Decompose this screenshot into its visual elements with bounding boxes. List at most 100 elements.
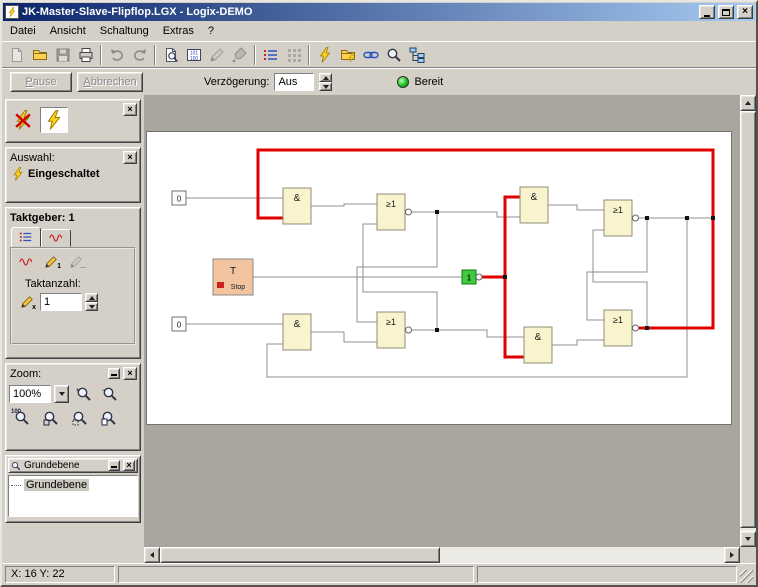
pause-button[interactable]: Pause — [10, 72, 72, 92]
test-pattern-icon — [263, 47, 279, 63]
input-source-a[interactable]: 0 — [172, 191, 186, 205]
menu-item-schaltung[interactable]: Schaltung — [93, 22, 156, 40]
resize-grip[interactable] — [740, 570, 753, 583]
new-button[interactable] — [5, 44, 28, 66]
auto-simulation-button[interactable] — [336, 44, 359, 66]
or-gate-3[interactable]: ≥1 — [604, 200, 632, 236]
junction-node — [645, 326, 649, 330]
vertical-scrollbar[interactable] — [740, 95, 756, 547]
test-pattern-button[interactable] — [259, 44, 282, 66]
count-spin-down-button[interactable] — [85, 302, 98, 311]
levels-panel: Grundebene × Grundebene — [5, 455, 141, 523]
simulation-off-button[interactable] — [9, 107, 37, 133]
or-gate-1[interactable]: ≥1 — [377, 194, 405, 230]
scroll-up-button[interactable] — [740, 95, 756, 111]
brush-button[interactable] — [228, 44, 251, 66]
menubar: Datei Ansicht Schaltung Extras ? — [2, 21, 756, 41]
zoom-fit-button[interactable] — [38, 408, 64, 427]
minimize-button[interactable] — [699, 5, 715, 19]
tab-waveform[interactable] — [41, 229, 71, 247]
count-input[interactable] — [40, 293, 82, 311]
maximize-button[interactable] — [718, 5, 734, 19]
circuit-document[interactable]: 0 0 T Stop & & & — [146, 131, 732, 425]
waveform-button[interactable] — [15, 253, 37, 270]
vertical-scroll-thumb[interactable] — [740, 111, 756, 528]
zoom-level-input[interactable] — [9, 385, 51, 403]
probe-button[interactable] — [159, 44, 182, 66]
svg-text:≥1: ≥1 — [386, 317, 396, 327]
and-gate-3[interactable]: & — [520, 187, 548, 223]
simulation-on-button[interactable] — [40, 107, 68, 133]
selection-close-button[interactable]: × — [123, 151, 137, 164]
redo-button[interactable] — [128, 44, 151, 66]
svg-text:&: & — [535, 332, 542, 343]
menu-item-hilfe[interactable]: ? — [201, 22, 221, 40]
zoom-out-button[interactable]: − — [98, 384, 121, 404]
connection-button[interactable] — [359, 44, 382, 66]
or-gate-2[interactable]: ≥1 — [377, 312, 405, 348]
levels-minimize-button[interactable] — [108, 460, 120, 471]
zoom-close-button[interactable]: × — [123, 367, 137, 380]
pen-x-label: x — [32, 304, 36, 311]
junction-node — [711, 216, 715, 220]
magnifier-page-icon — [101, 410, 117, 426]
and-gate-2[interactable]: & — [283, 314, 311, 350]
wire-and1-or1 — [311, 204, 377, 206]
save-button[interactable] — [51, 44, 74, 66]
zoom-selection-button[interactable] — [67, 408, 93, 427]
grid-icon — [286, 47, 302, 63]
count-spin-up-button[interactable] — [85, 293, 98, 302]
undo-button[interactable] — [105, 44, 128, 66]
delay-label: Verzögerung: — [204, 76, 269, 88]
open-button[interactable] — [28, 44, 51, 66]
horizontal-scrollbar[interactable] — [144, 547, 740, 563]
count-pen-button[interactable]: x — [17, 294, 37, 311]
clock-settings-group: 1 ... Taktanzahl: x — [10, 247, 136, 345]
signal-indicator[interactable]: 1 — [462, 270, 476, 284]
start-simulation-button[interactable] — [313, 44, 336, 66]
single-step-button[interactable]: 1 — [40, 253, 62, 270]
binary-display-icon: 101 100 — [186, 47, 202, 63]
levels-button[interactable] — [405, 44, 428, 66]
grid-button[interactable] — [282, 44, 305, 66]
print-button[interactable] — [74, 44, 97, 66]
close-button[interactable]: × — [737, 5, 753, 19]
statusbar-extra — [477, 566, 737, 583]
delay-spinner — [319, 73, 332, 91]
zoom-page-button[interactable] — [96, 408, 122, 427]
zoom-tool-button[interactable] — [382, 44, 405, 66]
and-gate-4[interactable]: & — [524, 327, 552, 363]
scroll-right-button[interactable] — [724, 547, 740, 563]
binary-display-button[interactable]: 101 100 — [182, 44, 205, 66]
zoom-minimize-button[interactable] — [108, 368, 120, 379]
continuous-button[interactable]: ... — [65, 253, 87, 270]
pin — [406, 209, 412, 215]
or-gate-4[interactable]: ≥1 — [604, 310, 632, 346]
scroll-left-button[interactable] — [144, 547, 160, 563]
levels-close-button[interactable]: × — [123, 460, 135, 471]
sine-icon — [49, 231, 63, 245]
palette-close-button[interactable]: × — [123, 103, 137, 116]
menu-item-datei[interactable]: Datei — [3, 22, 43, 40]
and-gate-1[interactable]: & — [283, 188, 311, 224]
delay-spin-up-button[interactable] — [319, 73, 332, 82]
delay-input[interactable] — [274, 73, 314, 91]
scroll-down-button[interactable] — [740, 531, 756, 547]
tab-pattern[interactable] — [11, 227, 41, 247]
clock-generator[interactable]: T Stop — [213, 259, 253, 295]
menu-item-extras[interactable]: Extras — [156, 22, 201, 40]
tag-button[interactable] — [205, 44, 228, 66]
horizontal-scroll-thumb[interactable] — [160, 547, 440, 563]
zoom-in-button[interactable]: + — [72, 384, 95, 404]
zoom-100-button[interactable]: 100 — [9, 408, 35, 427]
abort-button[interactable]: Abbrechen — [77, 72, 143, 92]
zoom-dropdown-button[interactable] — [54, 385, 69, 403]
junction-node — [645, 216, 649, 220]
redo-icon — [132, 47, 148, 63]
input-source-b[interactable]: 0 — [172, 317, 186, 331]
menu-item-ansicht[interactable]: Ansicht — [43, 22, 93, 40]
delay-spin-down-button[interactable] — [319, 82, 332, 91]
left-dock: × × Auswahl: Eingeschaltet — [2, 95, 144, 563]
tree-item-grundebene[interactable]: Grundebene — [11, 479, 135, 491]
pin — [633, 325, 639, 331]
